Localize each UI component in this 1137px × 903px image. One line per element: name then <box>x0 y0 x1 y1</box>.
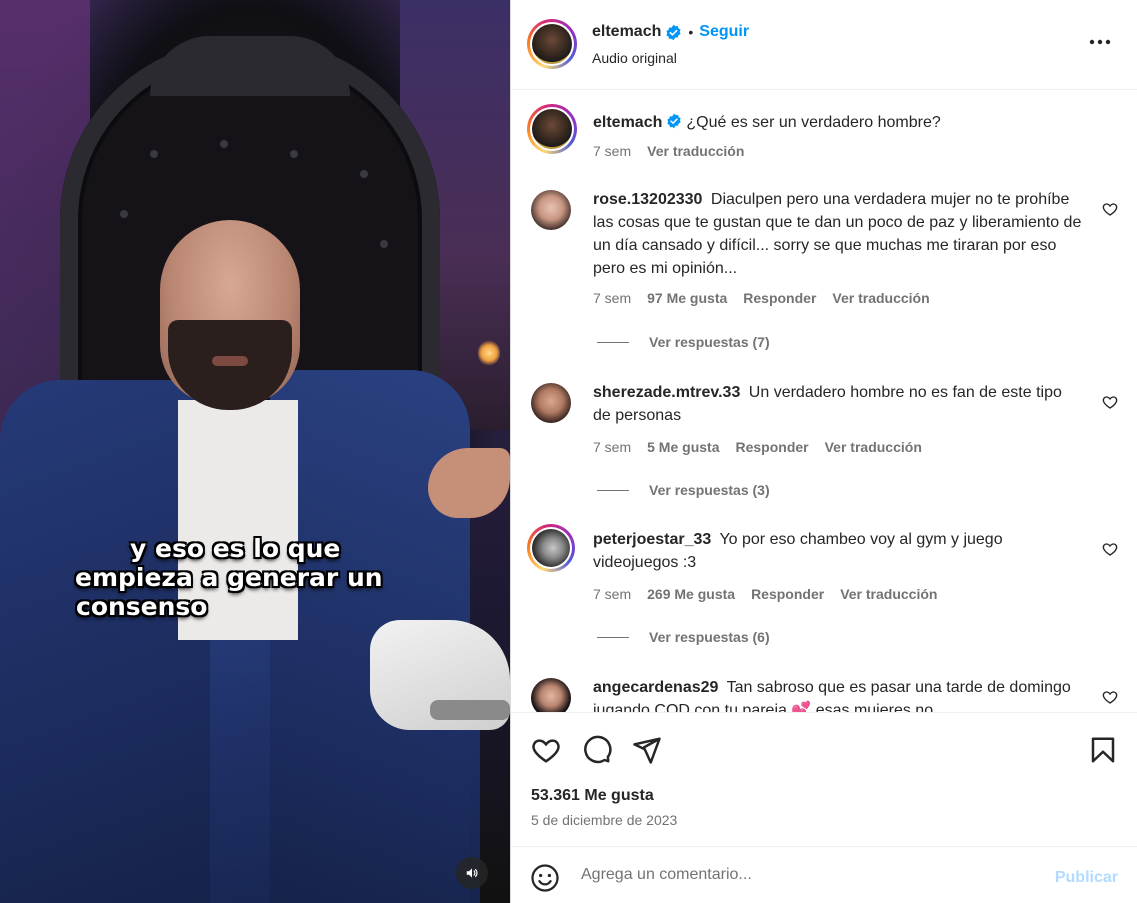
comment-time: 7 sem <box>593 290 632 306</box>
comment-username[interactable]: eltemach <box>593 114 662 131</box>
commenter-avatar[interactable] <box>531 190 571 230</box>
audio-label[interactable]: Audio original <box>592 50 677 66</box>
comment-username[interactable]: peterjoestar_33 <box>593 531 711 548</box>
verified-badge-icon <box>667 113 682 129</box>
view-replies-button[interactable]: Ver respuestas (3) <box>597 482 770 498</box>
heart-icon[interactable] <box>531 735 561 765</box>
subtitle-line: empieza a generar un <box>75 563 383 592</box>
follow-button[interactable]: Seguir <box>699 23 749 41</box>
comment-username[interactable]: angecardenas29 <box>593 679 718 696</box>
comment-composer: Publicar <box>511 846 1137 903</box>
post-details-panel: eltemach • Seguir Audio original eltemac… <box>510 0 1137 903</box>
send-icon[interactable] <box>632 735 662 765</box>
comment-like-icon[interactable] <box>1102 689 1118 705</box>
subtitle-line: consenso <box>76 592 208 621</box>
translate-link[interactable]: Ver traducción <box>825 439 922 455</box>
more-options-button[interactable] <box>1088 30 1112 54</box>
reply-button[interactable]: Responder <box>735 439 808 455</box>
comment-time: 7 sem <box>593 586 632 602</box>
translate-link[interactable]: Ver traducción <box>647 143 744 159</box>
translate-link[interactable]: Ver traducción <box>840 586 937 602</box>
bookmark-icon[interactable] <box>1088 735 1118 765</box>
post-date[interactable]: 5 de diciembre de 2023 <box>531 812 677 828</box>
reply-button[interactable]: Responder <box>743 290 816 306</box>
reply-button[interactable]: Responder <box>751 586 824 602</box>
post-modal: y eso es lo que empieza a generar un con… <box>0 0 1137 903</box>
translate-link[interactable]: Ver traducción <box>832 290 929 306</box>
comment-username[interactable]: sherezade.mtrev.33 <box>593 384 740 401</box>
post-actions: 53.361 Me gusta 5 de diciembre de 2023 <box>511 712 1137 847</box>
reel-video[interactable]: y eso es lo que empieza a generar un con… <box>0 0 510 903</box>
video-subtitle: y eso es lo que empieza a generar un con… <box>60 534 450 621</box>
commenter-avatar[interactable] <box>527 524 575 572</box>
author-username[interactable]: eltemach <box>592 23 661 41</box>
comment-likes-count[interactable]: 97 Me gusta <box>647 290 727 306</box>
post-header: eltemach • Seguir Audio original <box>511 0 1137 90</box>
speaker-icon <box>466 868 478 878</box>
comments-list[interactable]: eltemach ¿Qué es ser un verdadero hombre?… <box>511 90 1137 712</box>
comment-likes-count[interactable]: 5 Me gusta <box>647 439 719 455</box>
comment-time: 7 sem <box>593 439 632 455</box>
comment-time: 7 sem <box>593 143 632 159</box>
author-avatar[interactable] <box>527 104 577 154</box>
verified-badge-icon <box>666 24 681 40</box>
comment-like-icon[interactable] <box>1102 541 1118 557</box>
comment-like-icon[interactable] <box>1102 201 1118 217</box>
comment-like-icon[interactable] <box>1102 394 1118 410</box>
commenter-avatar[interactable] <box>531 383 571 423</box>
audio-toggle-button[interactable] <box>456 857 488 889</box>
view-replies-button[interactable]: Ver respuestas (7) <box>597 334 770 350</box>
comment-text: ¿Qué es ser un verdadero hombre? <box>686 114 941 131</box>
view-replies-button[interactable]: Ver respuestas (6) <box>597 629 770 645</box>
more-horizontal-icon <box>1089 39 1111 45</box>
comment-likes-count[interactable]: 269 Me gusta <box>647 586 735 602</box>
author-avatar[interactable] <box>527 19 577 69</box>
likes-count[interactable]: 53.361 Me gusta <box>531 787 654 805</box>
comment-username[interactable]: rose.13202330 <box>593 191 702 208</box>
subtitle-line: y eso es lo que <box>130 534 341 563</box>
commenter-avatar[interactable] <box>531 678 571 712</box>
emoji-icon[interactable] <box>530 863 560 893</box>
comment-icon[interactable] <box>582 735 612 765</box>
publish-button[interactable]: Publicar <box>1055 869 1118 887</box>
comment-input[interactable] <box>581 859 1031 891</box>
separator-dot: • <box>688 24 694 40</box>
lamp-light <box>478 340 500 366</box>
